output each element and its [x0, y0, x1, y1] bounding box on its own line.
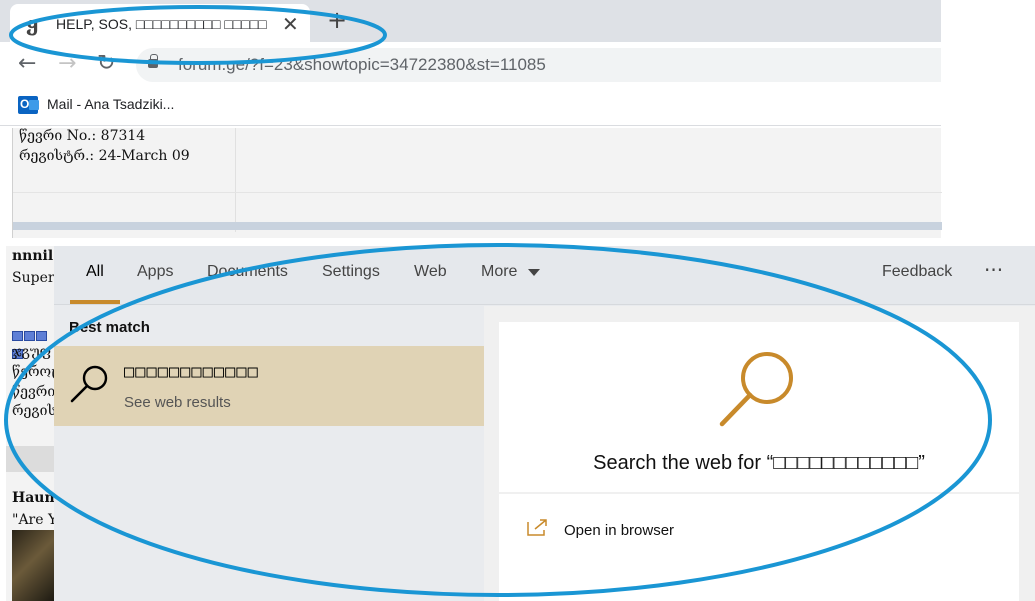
forum-rank: Super: [12, 270, 54, 286]
windows-search-panel: All Apps Documents Settings Web More Fee…: [54, 246, 1035, 601]
registration-date: რეგისტრ.: 24-March 09: [19, 148, 190, 164]
chevron-down-icon[interactable]: [528, 269, 540, 276]
forum-line: რეგის: [12, 403, 54, 419]
tab-settings[interactable]: Settings: [322, 263, 380, 281]
results-list: Best match □□□□□□□□□□□□ See web results: [54, 306, 484, 601]
browser-chrome: ყ HELP, SOS, □□□□□□□□□□ □□□□□ ✕ + ← → ↻ …: [0, 0, 941, 128]
row-divider: [13, 192, 942, 193]
search-icon: [70, 365, 108, 403]
best-match-result[interactable]: □□□□□□□□□□□□ See web results: [54, 346, 484, 426]
search-web-title: Search the web for “□□□□□□□□□□□□”: [593, 452, 925, 474]
outlook-icon-letter: O: [20, 97, 30, 111]
forum-post-info: წევრი No.: 87314 რეგისტრ.: 24-March 09: [12, 128, 942, 238]
forum-username[interactable]: nnnil: [12, 248, 53, 264]
bookmarks-bar: O Mail - Ana Tsadziki...: [0, 86, 941, 126]
active-tab-indicator: [70, 300, 120, 304]
tab-strip: ყ HELP, SOS, □□□□□□□□□□ □□□□□ ✕ +: [0, 0, 941, 42]
url-text[interactable]: forum.ge/?f=23&showtopic=34722380&st=110…: [178, 55, 546, 75]
favicon-icon: ყ: [26, 12, 39, 36]
post-separator: [13, 222, 942, 230]
forum-bar: [6, 446, 54, 472]
bookmark-mail[interactable]: Mail - Ana Tsadziki...: [47, 96, 174, 112]
best-match-heading: Best match: [69, 319, 150, 336]
open-in-browser-label: Open in browser: [564, 522, 675, 539]
result-subtitle: See web results: [124, 394, 231, 411]
forum-line: წეროც: [12, 364, 54, 380]
search-icon: [719, 352, 793, 427]
tab-documents[interactable]: Documents: [207, 263, 288, 281]
tab-title: HELP, SOS, □□□□□□□□□□ □□□□□: [56, 16, 267, 32]
outlook-icon[interactable]: O: [18, 96, 39, 114]
tab-all[interactable]: All: [86, 263, 104, 281]
avatar: [12, 530, 54, 601]
close-icon[interactable]: ✕: [282, 12, 299, 36]
tab-web[interactable]: Web: [414, 263, 447, 281]
new-tab-button[interactable]: +: [327, 6, 347, 34]
forum-line: ჯგუფ: [12, 344, 51, 360]
forum-quote: "Are Y: [12, 512, 54, 528]
feedback-button[interactable]: Feedback: [882, 263, 952, 281]
result-title: □□□□□□□□□□□□: [124, 362, 259, 382]
browser-tab[interactable]: ყ HELP, SOS, □□□□□□□□□□ □□□□□ ✕: [10, 4, 310, 42]
browser-toolbar: ← → ↻ forum.ge/?f=23&showtopic=34722380&…: [0, 42, 941, 86]
lock-icon[interactable]: [148, 54, 158, 68]
open-external-icon: [527, 519, 547, 536]
preview-card: Search the web for “□□□□□□□□□□□□”: [499, 322, 1019, 492]
reload-icon[interactable]: ↻: [97, 51, 115, 76]
search-filter-tabs: All Apps Documents Settings Web More Fee…: [54, 246, 1035, 305]
forward-arrow-icon[interactable]: →: [58, 51, 76, 76]
column-divider: [235, 128, 236, 232]
back-arrow-icon[interactable]: ←: [18, 51, 36, 76]
open-in-browser-action[interactable]: Open in browser: [499, 494, 1019, 601]
forum-line: წევრი: [12, 384, 54, 400]
forum-left-column: nnnil Super ჯგუფ წეროც წევრი რეგის Haun …: [6, 246, 54, 601]
tab-more[interactable]: More: [481, 263, 517, 281]
member-number: წევრი No.: 87314: [19, 128, 146, 144]
tab-apps[interactable]: Apps: [137, 263, 173, 281]
more-options-icon[interactable]: ···: [984, 258, 1003, 282]
preview-pane: Search the web for “□□□□□□□□□□□□” Open i…: [484, 306, 1035, 601]
forum-username[interactable]: Haun: [12, 490, 54, 506]
